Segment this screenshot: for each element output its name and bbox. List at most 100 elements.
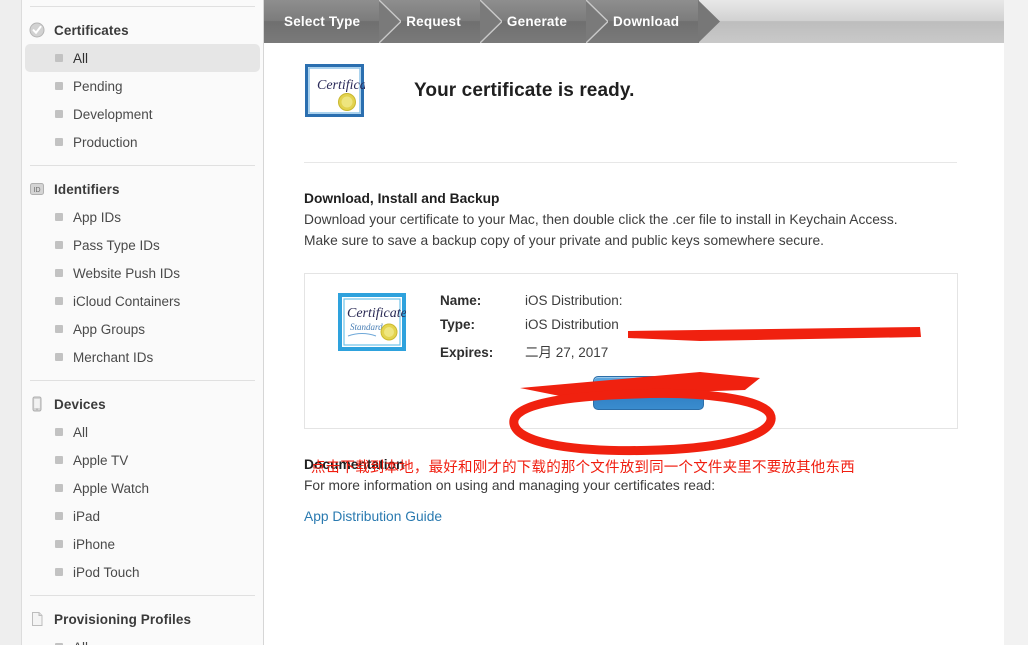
sidebar-item-label: Website Push IDs — [73, 265, 181, 281]
bullet-square-icon — [55, 428, 63, 436]
sidebar-item-label: Development — [73, 106, 153, 122]
sidebar-group-header[interactable]: Devices — [22, 390, 263, 418]
bullet-square-icon — [55, 484, 63, 492]
sidebar-item-ipad[interactable]: iPad — [25, 502, 260, 530]
bullet-square-icon — [55, 568, 63, 576]
bullet-square-icon — [55, 138, 63, 146]
sidebar-separator — [30, 6, 255, 7]
wizard-step-label: Generate — [506, 14, 568, 29]
bullet-square-icon — [55, 54, 63, 62]
sidebar-group-provisioning-profiles: Provisioning Profiles All — [22, 605, 263, 645]
divider — [304, 162, 957, 163]
left-gutter — [0, 0, 21, 645]
sidebar-item-label: iPad — [73, 508, 101, 524]
bullet-square-icon — [55, 241, 63, 249]
svg-text:Standard: Standard — [350, 322, 383, 332]
sidebar-item-label: Merchant IDs — [73, 349, 154, 365]
bullet-square-icon — [55, 82, 63, 90]
certificate-field-row: Expires: 二月 27, 2017 — [440, 341, 623, 365]
svg-text:ID: ID — [34, 187, 41, 194]
certificate-field-key: Type: — [440, 317, 476, 332]
chevron-separator-icon — [379, 0, 402, 43]
sidebar-separator — [30, 380, 255, 381]
chevron-separator-icon — [479, 0, 502, 43]
sidebar-item-all[interactable]: All — [25, 44, 260, 72]
certificate-standard-icon: Certificate Standard — [338, 293, 407, 351]
sidebar-group-label: Devices — [54, 396, 106, 412]
sidebar-item-pass-type-ids[interactable]: Pass Type IDs — [25, 231, 260, 259]
sidebar-separator — [30, 165, 255, 166]
sidebar-item-label: All — [73, 50, 89, 66]
sidebar-item-label: Pass Type IDs — [73, 237, 160, 253]
sidebar-group-label: Certificates — [54, 22, 129, 38]
app-distribution-guide-link[interactable]: App Distribution Guide — [304, 509, 442, 524]
sidebar-group-header[interactable]: Certificates — [22, 16, 263, 44]
sidebar-item-label: Apple Watch — [73, 480, 150, 496]
certificate-badge-icon — [29, 22, 45, 38]
sidebar-item-label: iCloud Containers — [73, 293, 181, 309]
chevron-separator-icon — [698, 0, 721, 43]
sidebar-item-development[interactable]: Development — [25, 100, 260, 128]
bullet-square-icon — [55, 110, 63, 118]
sidebar-item-website-push-ids[interactable]: Website Push IDs — [25, 259, 260, 287]
sidebar-item-label: App IDs — [73, 209, 122, 225]
chevron-separator-icon — [586, 0, 609, 43]
sidebar-item-production[interactable]: Production — [25, 128, 260, 156]
sidebar-item-apple-tv[interactable]: Apple TV — [25, 446, 260, 474]
wizard-step-select-type[interactable]: Select Type — [264, 0, 402, 43]
sidebar-group-header[interactable]: Provisioning Profiles — [22, 605, 263, 633]
sidebar-item-iphone[interactable]: iPhone — [25, 530, 260, 558]
device-phone-icon — [29, 396, 45, 412]
sidebar-item-apple-watch[interactable]: Apple Watch — [25, 474, 260, 502]
sidebar-group-label: Identifiers — [54, 181, 120, 197]
certificate-card: Certificate Standard Name: iOS Distributi… — [304, 273, 958, 429]
sidebar-item-app-ids[interactable]: App IDs — [25, 203, 260, 231]
wizard-step-label: Download — [613, 14, 680, 29]
wizard-step-label: Request — [406, 14, 461, 29]
sidebar-item-merchant-ids[interactable]: Merchant IDs — [25, 343, 260, 371]
right-gutter — [1004, 0, 1028, 645]
sidebar-group-identifiers: ID Identifiers App IDs Pass Type IDs Website… — [22, 175, 263, 371]
sidebar-item-pending[interactable]: Pending — [25, 72, 260, 100]
document-page-icon — [29, 611, 45, 627]
certificate-fields: Name: iOS Distribution: Type: iOS Distribut… — [440, 293, 623, 365]
sidebar-item-ipod-touch[interactable]: iPod Touch — [25, 558, 260, 586]
sidebar-group-certificates: Certificates All Pending Development Product… — [22, 16, 263, 156]
page-title: Your certificate is ready. — [414, 79, 635, 101]
sidebar-item-label: All — [73, 424, 89, 440]
bullet-square-icon — [55, 512, 63, 520]
documentation-body: For more information on using and managi… — [304, 478, 716, 493]
download-section-body: Download your certificate to your Mac, t… — [304, 212, 898, 248]
bullet-square-icon — [55, 213, 63, 221]
bullet-square-icon — [55, 540, 63, 548]
certificate-field-key: Name: — [440, 293, 482, 308]
certificate-large-icon: Certificate — [304, 63, 377, 118]
certificate-field-row: Type: iOS Distribution — [440, 317, 623, 341]
sidebar-group-devices: Devices All Apple TV Apple Watch iPad iPhone i… — [22, 390, 263, 586]
chinese-annotation-text: 点击下载到本地，最好和刚才的下载的那个文件放到同一个文件夹里不要放其他东西 — [311, 460, 855, 476]
sidebar-item-all[interactable]: All — [25, 418, 260, 446]
bullet-square-icon — [55, 353, 63, 361]
sidebar-item-label: All — [73, 640, 88, 645]
bullet-square-icon — [55, 325, 63, 333]
sidebar-item-label: Apple TV — [73, 452, 129, 468]
sidebar-item-label: iPod Touch — [73, 564, 140, 580]
certificate-field-value: iOS Distribution — [525, 317, 619, 332]
sidebar-item-icloud-containers[interactable]: iCloud Containers — [25, 287, 260, 315]
download-section-heading: Download, Install and Backup — [304, 191, 500, 206]
sidebar-item-label: Pending — [73, 78, 123, 94]
svg-text:Certificate: Certificate — [317, 78, 365, 93]
sidebar-item-all[interactable]: All — [25, 633, 260, 645]
download-button[interactable]: Download — [593, 376, 704, 410]
sidebar-group-header[interactable]: ID Identifiers — [22, 175, 263, 203]
sidebar: Certificates All Pending Development Product… — [21, 0, 264, 645]
sidebar-item-label: iPhone — [73, 536, 116, 552]
wizard-steps: Select Type Request Generate Download — [264, 0, 1004, 43]
hero-section: Certificate Your certificate is ready. — [304, 43, 964, 118]
bullet-square-icon — [55, 269, 63, 277]
main-panel: Select Type Request Generate Download Certi… — [264, 0, 1004, 645]
sidebar-item-label: Production — [73, 134, 138, 150]
sidebar-item-app-groups[interactable]: App Groups — [25, 315, 260, 343]
sidebar-item-label: App Groups — [73, 321, 146, 337]
sidebar-group-label: Provisioning Profiles — [54, 611, 192, 627]
